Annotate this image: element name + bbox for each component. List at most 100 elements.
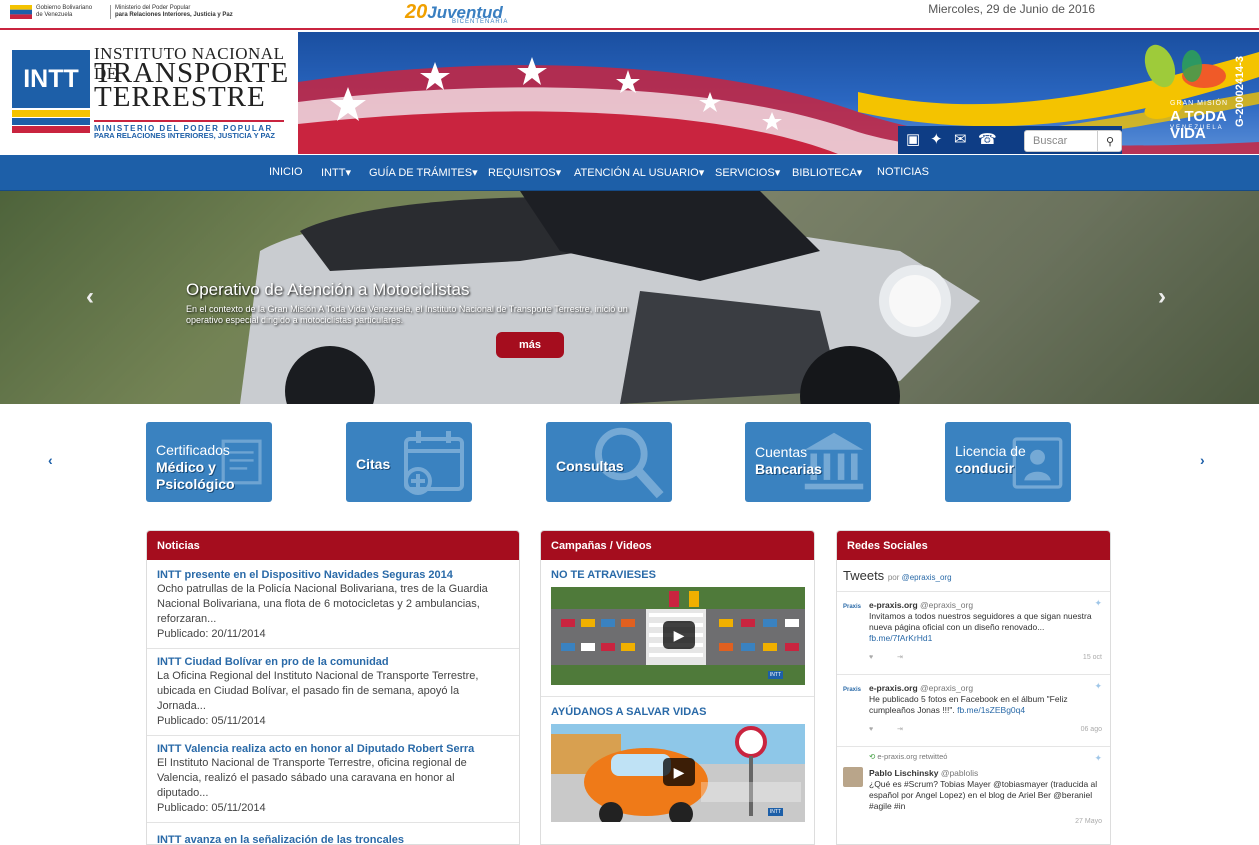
news-description: La Oficina Regional del Instituto Nacion…: [157, 670, 479, 712]
tweet-time[interactable]: 15 oct: [1083, 652, 1102, 663]
news-title[interactable]: INTT Ciudad Bolívar en pro de la comunid…: [157, 655, 509, 669]
tweet-link[interactable]: fb.me/1sZEBg0q4: [957, 705, 1025, 715]
news-title[interactable]: INTT avanza en la señalización de las tr…: [157, 833, 509, 844]
tweet-handle[interactable]: @epraxis_org: [920, 600, 973, 610]
tweet-author[interactable]: Pablo Lischinsky: [869, 768, 938, 778]
tweet-text: Invitamos a todos nuestros seguidores a …: [869, 611, 1092, 632]
facebook-icon[interactable]: ▣: [906, 130, 920, 148]
tweet-handle[interactable]: @pablolis: [941, 768, 978, 778]
tiles-next-arrow-icon[interactable]: ›: [1200, 452, 1205, 468]
tile-label: Certificados: [156, 442, 230, 458]
hero-more-button[interactable]: más: [496, 332, 564, 358]
nav-item-inicio[interactable]: INICIO: [269, 166, 303, 178]
news-item[interactable]: INTT presente en el Dispositivo Navidade…: [147, 560, 519, 649]
nav-item-guia-tramites[interactable]: GUÍA DE TRÁMITES▾: [369, 166, 478, 179]
intt-badge: INTT: [767, 671, 783, 679]
search-box[interactable]: Buscar ⚲: [1024, 130, 1122, 152]
tweet-actions: ♥ ⇥ 06 ago: [869, 724, 1102, 738]
tweets-by-label: por: [887, 573, 900, 582]
phone-icon[interactable]: ☎: [978, 130, 997, 148]
nav-item-intt[interactable]: INTT▾: [321, 166, 351, 179]
play-icon[interactable]: ▶: [663, 758, 695, 786]
video-title[interactable]: NO TE ATRAVIESES: [541, 560, 814, 587]
dropdown-caret-icon: ▾: [472, 167, 478, 179]
tweet[interactable]: Praxis ✦ e-praxis.org @epraxis_org Invit…: [837, 592, 1110, 675]
tile-cuentas-bancarias[interactable]: Cuentas Bancarias: [745, 422, 871, 502]
tweet-link[interactable]: fb.me/7fArKrHd1: [869, 633, 1102, 644]
search-icon[interactable]: ⚲: [1097, 131, 1122, 151]
tweet-avatar[interactable]: [843, 767, 863, 787]
tweets-by-handle[interactable]: @epraxis_org: [902, 573, 952, 582]
twitter-icon[interactable]: ✦: [930, 130, 943, 148]
tweet-author[interactable]: e-praxis.org: [869, 600, 918, 610]
tweet-author[interactable]: e-praxis.org: [869, 683, 918, 693]
main-navigation: INICIO INTT▾ GUÍA DE TRÁMITES▾ REQUISITO…: [0, 155, 1259, 191]
tweet[interactable]: ⟲ e-praxis.org retwitteó ✦ Pablo Lischin…: [837, 747, 1110, 838]
news-date: Publicado: 05/11/2014: [157, 802, 266, 814]
campaigns-panel: Campañas / Videos NO TE ATRAVIESES ▶ INT…: [540, 530, 815, 845]
tweets-header: Tweets por @epraxis_org: [837, 560, 1110, 592]
tile-consultas[interactable]: Consultas: [546, 422, 672, 502]
play-icon[interactable]: ▶: [663, 621, 695, 649]
tile-label: Licencia de: [955, 443, 1026, 459]
news-item[interactable]: INTT avanza en la señalización de las tr…: [147, 823, 519, 844]
heart-icon[interactable]: ♥: [869, 724, 873, 735]
news-description: Ocho patrullas de la Policía Nacional Bo…: [157, 583, 488, 625]
hero-description: En el contexto de la Gran Misión A Toda …: [186, 304, 628, 325]
site-header: INTT INSTITUTO NACIONAL DE TRANSPORTE TE…: [0, 32, 1259, 154]
top-strip: Gobierno Bolivariano de Venezuela Ministe…: [0, 0, 1259, 30]
heart-icon[interactable]: ♥: [869, 652, 873, 663]
dropdown-caret-icon: ▾: [555, 167, 562, 179]
tile-citas[interactable]: Citas: [346, 422, 472, 502]
twitter-bird-icon[interactable]: ✦: [1094, 681, 1102, 692]
video-title[interactable]: AYÚDANOS A SALVAR VIDAS: [541, 697, 814, 724]
nav-item-atencion-usuario[interactable]: ATENCIÓN AL USUARIO▾: [574, 166, 704, 179]
intt-badge: INTT: [767, 808, 783, 816]
nav-item-servicios[interactable]: SERVICIOS▾: [715, 166, 780, 179]
search-input[interactable]: Buscar: [1033, 135, 1067, 147]
social-panel-header: Redes Sociales: [837, 531, 1110, 560]
share-icon[interactable]: ⇥: [897, 652, 903, 663]
news-description: El Instituto Nacional de Transporte Terr…: [157, 757, 467, 799]
nav-item-requisitos[interactable]: REQUISITOS▾: [488, 166, 561, 179]
retweet-label: e-praxis.org retwitteó: [877, 752, 948, 761]
news-item[interactable]: INTT Valencia realiza acto en honor al D…: [147, 736, 519, 823]
divider: [541, 685, 814, 697]
tile-label: Citas: [356, 456, 391, 472]
twitter-bird-icon[interactable]: ✦: [1094, 753, 1102, 764]
tile-licencia-conducir[interactable]: Licencia de conducir: [945, 422, 1071, 502]
tweet-avatar[interactable]: Praxis: [843, 685, 863, 705]
logo-line-5: PARA RELACIONES INTERIORES, JUSTICIA Y P…: [94, 131, 275, 140]
dropdown-caret-icon: ▾: [345, 167, 351, 179]
nav-item-biblioteca[interactable]: BIBLIOTECA▾: [792, 166, 862, 179]
tweet-handle[interactable]: @epraxis_org: [920, 683, 973, 693]
license-card-icon: [1012, 437, 1063, 489]
tile-label: Consultas: [556, 458, 624, 474]
tweet-time[interactable]: 27 Mayo: [1075, 816, 1102, 827]
social-panel: Redes Sociales Tweets por @epraxis_org P…: [836, 530, 1111, 845]
hero-prev-arrow-icon[interactable]: ‹: [86, 283, 94, 311]
email-icon[interactable]: ✉: [954, 130, 967, 148]
ministry-label: Ministerio del Poder Popular para Relacio…: [110, 5, 260, 19]
news-title[interactable]: INTT presente en el Dispositivo Navidade…: [157, 568, 509, 582]
dropdown-caret-icon: ▾: [856, 167, 863, 179]
share-icon[interactable]: ⇥: [897, 724, 903, 735]
tweets-label: Tweets: [843, 568, 885, 583]
news-item[interactable]: INTT Ciudad Bolívar en pro de la comunid…: [147, 649, 519, 736]
video-thumbnail[interactable]: ▶ INTT: [551, 724, 805, 822]
hero-carousel: ‹ › Operativo de Atención a Motociclista…: [0, 191, 1259, 404]
news-title[interactable]: INTT Valencia realiza acto en honor al D…: [157, 742, 509, 756]
video-thumbnail[interactable]: ▶ INTT: [551, 587, 805, 685]
twitter-bird-icon[interactable]: ✦: [1094, 598, 1102, 609]
intt-logo[interactable]: INTT INSTITUTO NACIONAL DE TRANSPORTE TE…: [0, 32, 298, 154]
tweet[interactable]: Praxis ✦ e-praxis.org @epraxis_org He pu…: [837, 675, 1110, 747]
logo-stripes-icon: [12, 110, 90, 133]
tile-certificados[interactable]: Certificados Médico y Psicológico: [146, 422, 272, 502]
tiles-prev-arrow-icon[interactable]: ‹: [48, 452, 53, 468]
news-panel-header: Noticias: [147, 531, 519, 560]
tweet-avatar[interactable]: Praxis: [843, 602, 863, 622]
hero-next-arrow-icon[interactable]: ›: [1158, 283, 1166, 311]
nav-item-noticias[interactable]: NOTICIAS: [877, 166, 929, 178]
news-panel: Noticias INTT presente en el Dispositivo…: [146, 530, 520, 845]
tweet-time[interactable]: 06 ago: [1081, 724, 1102, 735]
